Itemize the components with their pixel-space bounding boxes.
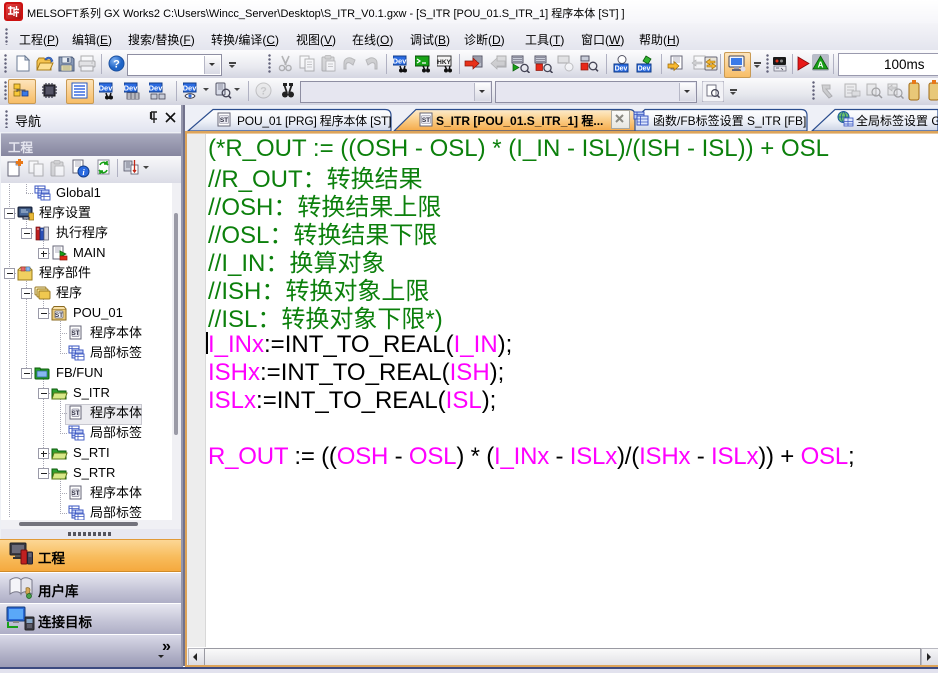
svg-text:?: ? — [260, 86, 267, 98]
svg-text:ST: ST — [71, 330, 79, 337]
svg-text:?: ? — [113, 59, 120, 71]
svg-text:ST: ST — [71, 490, 79, 497]
svg-text:HKY: HKY — [437, 59, 451, 66]
svg-text:A: A — [818, 61, 824, 70]
svg-text:Dev: Dev — [638, 66, 651, 73]
svg-text:ST: ST — [422, 117, 430, 124]
svg-text:Dev: Dev — [615, 66, 628, 73]
svg-text:Dev: Dev — [99, 84, 113, 93]
svg-text:Dev: Dev — [183, 84, 197, 93]
svg-text:ST: ST — [55, 312, 63, 319]
svg-text:ST: ST — [220, 117, 228, 124]
svg-text:ST: ST — [71, 410, 79, 417]
svg-text:Dev: Dev — [124, 84, 138, 93]
svg-text:Dev: Dev — [393, 57, 407, 66]
svg-text:Dev: Dev — [149, 84, 163, 93]
